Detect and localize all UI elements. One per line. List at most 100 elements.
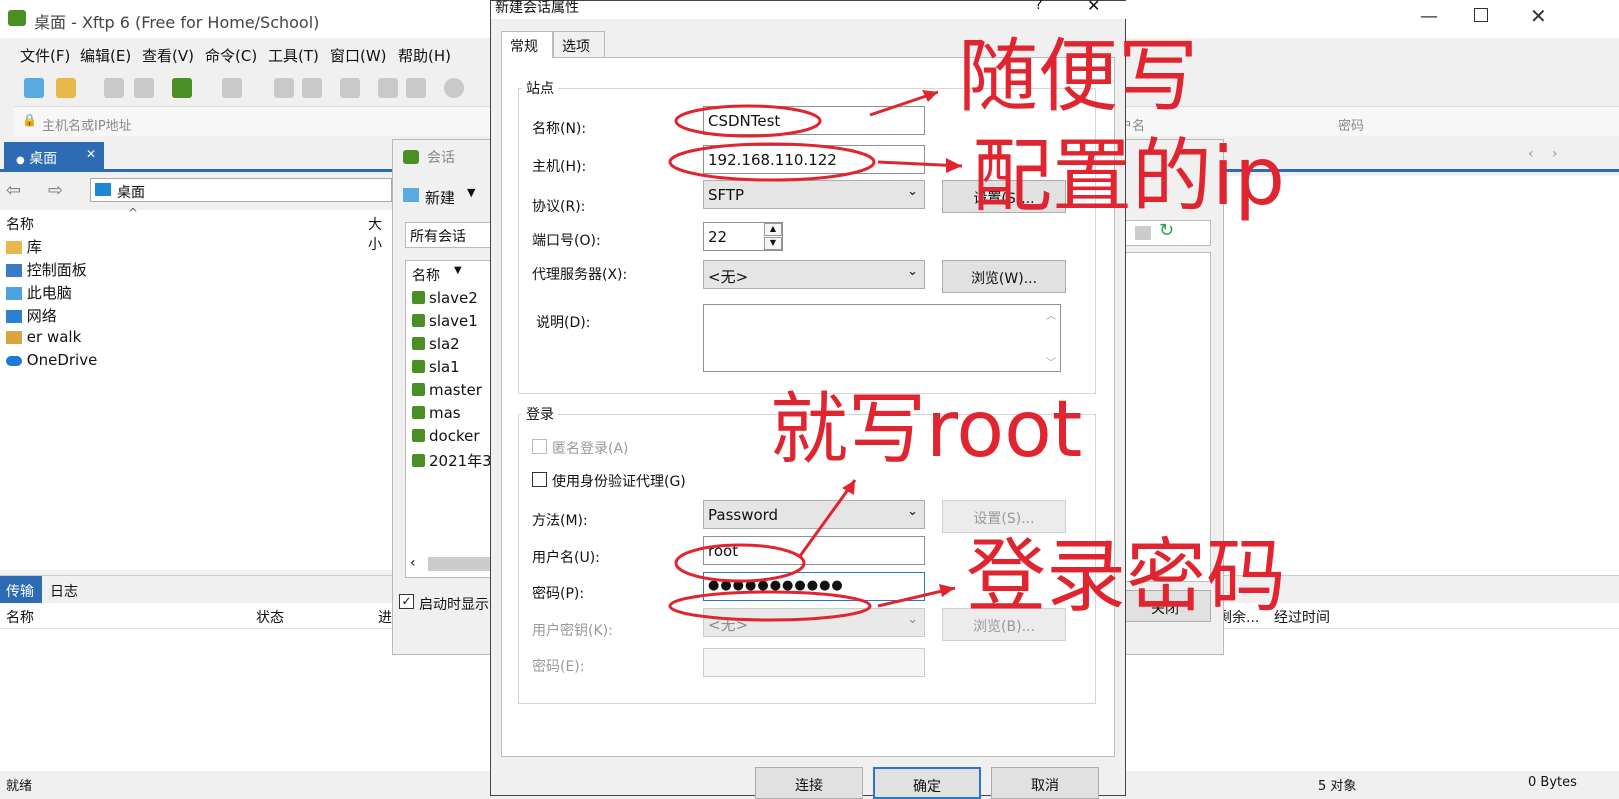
tab-log[interactable]: 日志: [50, 581, 78, 601]
window-title: 桌面 - Xftp 6 (Free for Home/School): [34, 13, 320, 32]
port-down-icon[interactable]: ▼: [764, 237, 782, 250]
connect-button[interactable]: 连接: [755, 767, 863, 799]
open-folder-icon[interactable]: [56, 78, 76, 98]
session-item[interactable]: mas: [412, 404, 461, 422]
ok-button[interactable]: 确定: [873, 767, 981, 799]
path-box[interactable]: 桌面: [90, 178, 392, 202]
minimize-icon[interactable]: —: [1420, 6, 1438, 27]
help-icon[interactable]: ?: [1035, 0, 1042, 13]
menu-window[interactable]: 窗口(W): [330, 45, 387, 66]
transfer-icon[interactable]: [222, 78, 242, 98]
method-settings-button[interactable]: 设置(S)...: [942, 500, 1066, 533]
session-item-icon: [412, 337, 425, 350]
new-folder-icon[interactable]: [302, 78, 322, 98]
tab-general[interactable]: 常规: [501, 31, 553, 58]
col-status[interactable]: 状态: [256, 607, 284, 627]
password-input[interactable]: ●●●●●●●●●●●: [703, 572, 925, 601]
scroll-up-icon[interactable]: ︿: [1046, 307, 1056, 322]
col-name-header[interactable]: 名称: [6, 214, 34, 234]
session-item[interactable]: slave2: [412, 289, 478, 307]
tab-options[interactable]: 选项: [553, 31, 605, 58]
session-item-icon: [412, 314, 425, 327]
menu-command[interactable]: 命令(C): [205, 45, 257, 66]
session-item[interactable]: 2021年3: [412, 450, 492, 471]
list-item[interactable]: er walk: [6, 328, 81, 346]
list-item[interactable]: 控制面板: [6, 259, 87, 280]
name-label: 名称(N):: [532, 121, 587, 137]
new-session-button[interactable]: 新建 ▼: [401, 184, 477, 210]
menu-edit[interactable]: 编辑(E): [80, 45, 131, 66]
protocol-select[interactable]: SFTP ⌄: [703, 180, 925, 209]
tab-desktop[interactable]: ● 桌面 ✕: [4, 142, 104, 170]
paste-icon[interactable]: [406, 78, 426, 98]
menu-help[interactable]: 帮助(H): [398, 45, 451, 66]
password-input[interactable]: 密码: [1338, 115, 1364, 134]
path-text: 桌面: [117, 185, 145, 201]
user-key-select[interactable]: <无> ⌄: [703, 608, 925, 637]
app-icon: [8, 10, 26, 26]
folder-icon[interactable]: [1135, 226, 1151, 240]
name-input[interactable]: CSDNTest: [703, 106, 925, 135]
sync-icon[interactable]: [340, 78, 360, 98]
session-item[interactable]: sla2: [412, 335, 460, 353]
session-item[interactable]: master: [412, 381, 482, 399]
maximize-icon[interactable]: [1474, 8, 1488, 22]
properties-icon[interactable]: [172, 78, 192, 98]
connect-icon[interactable]: [104, 78, 124, 98]
user-key-label: 用户密钥(K):: [532, 623, 613, 639]
passphrase-input[interactable]: [703, 648, 925, 677]
username-input[interactable]: root: [703, 536, 925, 565]
startup-check-row[interactable]: ✓ 启动时显示: [399, 592, 489, 614]
chevron-down-icon: ⌄: [907, 612, 918, 627]
agent-label: 使用身份验证代理(G): [552, 474, 686, 490]
copy-icon[interactable]: [378, 78, 398, 98]
forward-icon[interactable]: ⇨: [48, 180, 63, 201]
session-item[interactable]: docker: [412, 427, 480, 445]
startup-checkbox[interactable]: ✓: [399, 594, 414, 609]
description-textarea[interactable]: ︿ ﹀: [703, 304, 1061, 372]
scroll-left-icon[interactable]: ‹: [410, 555, 416, 571]
cancel-button[interactable]: 取消: [991, 767, 1099, 799]
close-icon[interactable]: ✕: [1087, 0, 1100, 15]
menu-tools[interactable]: 工具(T): [268, 45, 319, 66]
local-file-list: 名称 ^ 大小 库 控制面板 此电脑 网络 er walk OneDrive: [0, 206, 395, 570]
menu-view[interactable]: 查看(V): [142, 45, 194, 66]
dialog-title: 新建会话属性: [495, 0, 579, 16]
dropdown-icon[interactable]: ▼: [467, 186, 475, 199]
chevron-down-icon: ⌄: [907, 504, 918, 519]
menu-file[interactable]: 文件(F): [20, 45, 70, 66]
method-select[interactable]: Password ⌄: [703, 500, 925, 529]
computer-icon: [6, 287, 22, 300]
host-input[interactable]: 192.168.110.122: [703, 145, 925, 174]
col-size-header[interactable]: 大小: [368, 214, 395, 254]
tab-transfer[interactable]: 传输: [0, 576, 42, 604]
list-item[interactable]: 库: [6, 236, 42, 257]
disconnect-icon[interactable]: [134, 78, 154, 98]
tab-right-icon[interactable]: ›: [1552, 146, 1558, 162]
globe-icon[interactable]: [444, 78, 464, 98]
tab-left-icon[interactable]: ‹: [1528, 146, 1534, 162]
host-address-input[interactable]: 主机名或IP地址: [42, 115, 132, 134]
port-up-icon[interactable]: ▲: [764, 223, 782, 236]
new-icon: [403, 188, 419, 202]
list-item[interactable]: OneDrive: [6, 351, 97, 369]
new-file-icon[interactable]: [274, 78, 294, 98]
proxy-browse-button[interactable]: 浏览(W)...: [942, 260, 1066, 293]
tab-close-icon[interactable]: ✕: [86, 147, 96, 161]
session-item[interactable]: slave1: [412, 312, 478, 330]
list-item[interactable]: 网络: [6, 305, 57, 326]
new-session-icon[interactable]: [24, 78, 44, 98]
col-progress[interactable]: 进: [378, 607, 392, 627]
list-item[interactable]: 此电脑: [6, 282, 72, 303]
session-item[interactable]: sla1: [412, 358, 460, 376]
agent-checkbox[interactable]: [532, 472, 547, 487]
anonymous-checkbox[interactable]: [532, 439, 547, 454]
col-name[interactable]: 名称: [6, 607, 34, 627]
refresh-icon[interactable]: ↻: [1159, 220, 1174, 241]
proxy-select[interactable]: <无> ⌄: [703, 260, 925, 289]
session-col-name[interactable]: 名称: [412, 265, 440, 285]
back-icon[interactable]: ⇦: [6, 180, 21, 201]
session-item-icon: [412, 406, 425, 419]
scroll-down-icon[interactable]: ﹀: [1046, 354, 1056, 369]
close-icon[interactable]: ✕: [1530, 4, 1547, 28]
